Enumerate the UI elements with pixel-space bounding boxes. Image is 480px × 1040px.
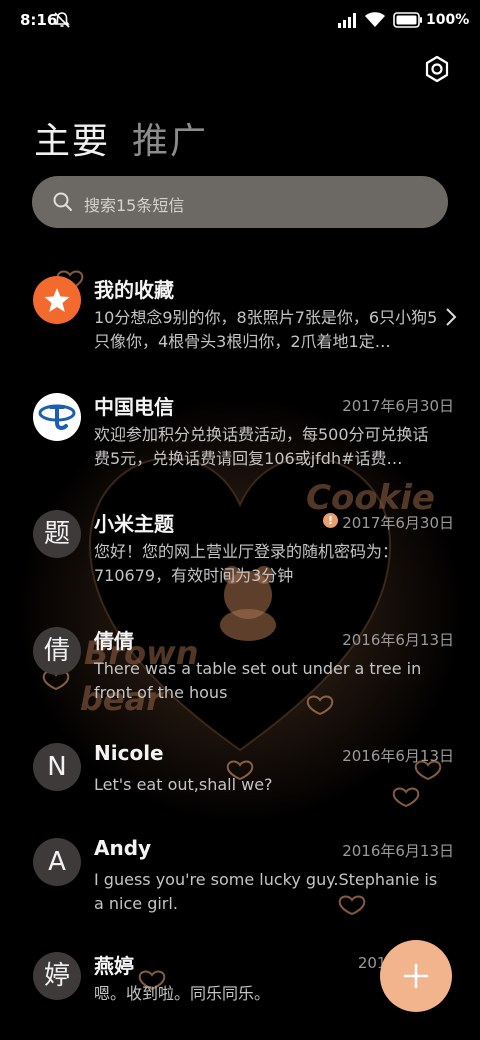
new-message-button[interactable]	[380, 940, 452, 1012]
conversation-snippet: 欢迎参加积分兑换话费活动，每500分可兑换话费5元，兑换话费请回复106或jfd…	[94, 425, 429, 468]
tab-promotions[interactable]: 推广	[132, 112, 208, 164]
category-tabs: 主要 推广	[34, 112, 208, 164]
conversation-name: Andy	[94, 836, 152, 860]
conversation-date: 2017年6月30日	[342, 514, 454, 532]
avatar: 倩	[33, 627, 81, 675]
conversation-item-qianqian[interactable]: 倩 倩倩 2016年6月13日 There was a table set ou…	[0, 603, 480, 721]
search-placeholder: 搜索15条短信	[84, 196, 185, 215]
warning-icon: !	[323, 513, 338, 528]
conversation-date: 2016年6月13日	[342, 631, 454, 649]
conversation-snippet: I guess you're some lucky guy.Stephanie …	[94, 870, 438, 913]
conversation-item-favorites[interactable]: 我的收藏 10分想念9别的你，8张照片7张是你，6只小狗5只像你，4根骨头3根归…	[0, 252, 480, 370]
conversation-name: Nicole	[94, 741, 164, 765]
conversation-item-mi-themes[interactable]: 题 小米主题 ! 2017年6月30日 您好！您的网上营业厅登录的随机密码为：7…	[0, 486, 480, 604]
avatar: N	[33, 743, 81, 791]
star-icon	[44, 288, 70, 312]
bell-muted-icon	[54, 12, 70, 28]
conversation-name: 中国电信	[94, 395, 174, 419]
avatar: 题	[33, 510, 81, 558]
signal-icon	[338, 13, 356, 28]
avatar	[33, 393, 81, 441]
battery-percent: 100%	[426, 12, 470, 28]
conversation-snippet: 您好！您的网上营业厅登录的随机密码为：710679，有效时间为3分钟	[94, 542, 399, 585]
china-telecom-logo	[38, 404, 76, 430]
conversation-snippet: There was a table set out under a tree i…	[94, 659, 422, 702]
status-time: 8:16	[20, 11, 58, 29]
gear-icon	[425, 55, 449, 83]
conversation-date: 2016年6月13日	[342, 747, 454, 765]
conversation-snippet: 10分想念9别的你，8张照片7张是你，6只小狗5只像你，4根骨头3根归你，2爪着…	[94, 308, 438, 351]
plus-icon	[403, 963, 429, 989]
tab-main[interactable]: 主要	[34, 112, 110, 164]
conversation-name: 燕婷	[94, 954, 134, 978]
avatar: A	[33, 838, 81, 886]
search-icon	[53, 192, 72, 211]
conversation-name: 倩倩	[94, 629, 134, 653]
search-input[interactable]: 搜索15条短信	[32, 176, 448, 228]
status-bar: 8:16 100%	[0, 0, 480, 42]
conversation-item-china-telecom[interactable]: 中国电信 2017年6月30日 欢迎参加积分兑换话费活动，每500分可兑换话费5…	[0, 369, 480, 487]
settings-button[interactable]	[420, 52, 454, 86]
chevron-right-icon	[446, 308, 457, 326]
conversation-name: 我的收藏	[94, 278, 174, 302]
battery-icon	[393, 12, 422, 28]
conversation-date: 2016年6月13日	[342, 842, 454, 860]
conversation-name: 小米主题	[94, 512, 174, 536]
avatar: 婷	[33, 952, 81, 1000]
avatar	[33, 276, 81, 324]
conversation-date: 2017年6月30日	[342, 397, 454, 415]
conversation-item-andy[interactable]: A Andy 2016年6月13日 I guess you're some lu…	[0, 814, 480, 932]
wifi-icon	[365, 12, 385, 27]
